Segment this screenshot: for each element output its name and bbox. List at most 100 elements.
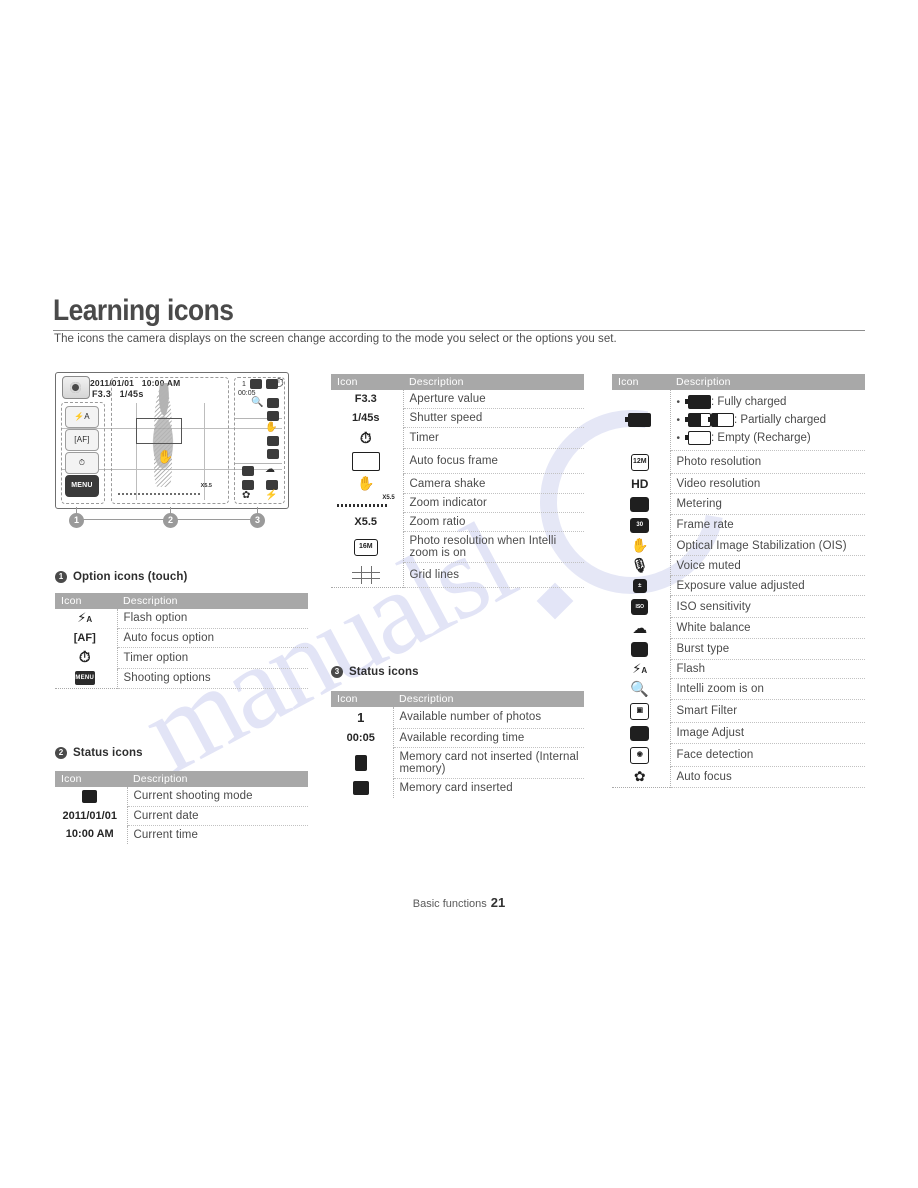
col-description: Description [127, 771, 308, 787]
row-desc: Voice muted [670, 555, 865, 576]
section-number-3: 3 [331, 666, 343, 678]
section-title-2: Status icons [73, 747, 143, 759]
row-desc: Frame rate [670, 514, 865, 536]
camera-shake-icon: ✋ [331, 473, 404, 494]
title-divider [53, 330, 865, 331]
page-title: Learning icons [53, 294, 234, 327]
page-footer: Basic functions 21 [0, 895, 918, 910]
table-row: ⏱ Timer [331, 427, 584, 449]
burst-type-icon [612, 638, 671, 660]
section-title-1: Option icons (touch) [73, 571, 188, 583]
table-row: ◉ Face detection [612, 743, 865, 767]
shooting-options-icon: MENU [55, 668, 118, 689]
watermark-diamond-icon [536, 582, 574, 620]
voice-muted-icon: 🎙 [612, 555, 671, 576]
table-row: 00:05 Available recording time [331, 728, 584, 748]
zoom-indicator-label: X5.5 [382, 494, 395, 501]
table-row: F3.3 Aperture value [331, 390, 584, 409]
col-description: Description [117, 593, 308, 609]
screen-ois-icon: ✋ [265, 422, 278, 433]
section-title-3: Status icons [349, 666, 419, 678]
row-desc: Auto focus frame [403, 448, 584, 474]
screen-af-frame [136, 418, 182, 444]
table-row: Memory card inserted [331, 778, 584, 798]
photo-count-value: 1 [331, 707, 394, 728]
row-desc: Flash [670, 659, 865, 679]
col-description: Description [393, 691, 584, 707]
memory-card-icon [331, 778, 394, 798]
screen-face-detection-icon [242, 480, 254, 490]
row-desc: Aperture value [403, 390, 584, 409]
footer-section: Basic functions [412, 898, 487, 910]
battery-icon [612, 390, 671, 451]
battery-empty-icon [685, 431, 712, 445]
row-desc: Timer [403, 427, 584, 449]
table-header-row: Icon Description [612, 374, 865, 390]
screen-flash-option-button[interactable]: ⚡A [65, 406, 99, 428]
internal-memory-icon [331, 747, 394, 778]
table-row: ⚡A Flash option [55, 609, 308, 629]
flash-option-icon: ⚡A [55, 609, 118, 628]
screen-zoom-indicator: X5.5 [118, 483, 214, 495]
row-desc: Photo resolution [670, 450, 865, 474]
table-status-icons-2: Icon Description Current shooting mode 2… [55, 771, 308, 844]
table-row: Grid lines [331, 562, 584, 588]
iso-label: ISO [631, 598, 649, 615]
battery-state-empty: : Empty (Recharge) [677, 429, 864, 447]
camera-screen-diagram: 2011/01/01 10:00 AM ⏱ F3.3 1/45s ⚡A [AF]… [55, 372, 289, 509]
footer-page-number: 21 [490, 895, 506, 910]
battery-states: : Fully charged : Partially charged : Em… [670, 390, 865, 451]
screen-internal-memory-icon [250, 379, 262, 389]
row-desc: Video resolution [670, 473, 865, 494]
table-row: X5.5 Zoom ratio [331, 512, 584, 532]
photo-resolution-icon: 12M [612, 450, 671, 474]
screen-intelli-zoom-icon: 🔍 [251, 397, 264, 408]
zoom-indicator-icon: X5.5 [331, 493, 404, 513]
col-icon: Icon [55, 771, 127, 787]
row-desc: Memory card inserted [399, 782, 513, 795]
zoom-ratio-value: X5.5 [331, 512, 404, 532]
row-desc: Current shooting mode [127, 787, 308, 807]
table-row: ⏱ Timer option [55, 647, 308, 669]
table-row: X5.5 Zoom indicator [331, 493, 584, 513]
photo-resolution-label: 12M [630, 453, 649, 471]
section-heading-option-icons: 1 Option icons (touch) [55, 571, 187, 583]
intelli-zoom-icon: 🔍 [612, 678, 671, 700]
col-description: Description [670, 374, 865, 390]
screen-af-option-button[interactable]: [AF] [65, 429, 99, 451]
table-row: ✋ Optical Image Stabilization (OIS) [612, 535, 865, 556]
row-desc: Current time [133, 828, 198, 841]
screen-menu-button[interactable]: MENU [65, 475, 99, 497]
table-row: Burst type [612, 638, 865, 660]
table-header-row: Icon Description [331, 374, 584, 390]
face-detection-icon: ◉ [612, 743, 671, 767]
table-row: MENU Shooting options [55, 668, 308, 689]
row-desc: Zoom ratio [403, 512, 584, 532]
callout-number-1: 1 [69, 513, 84, 528]
table-option-icons: Icon Description ⚡A Flash option [AF] Au… [55, 593, 308, 689]
manual-page: manualsl Learning icons The icons the ca… [0, 0, 918, 1188]
row-desc: Photo resolution when Intelli zoom is on [403, 531, 584, 563]
table-header-row: Icon Description [55, 771, 308, 787]
row-desc: Intelli zoom is on [670, 678, 865, 700]
current-date-value: 2011/01/01 [55, 806, 128, 825]
screen-recording-time: 00:05 [238, 390, 256, 397]
row-desc: Auto focus option [117, 628, 308, 648]
col-icon: Icon [55, 593, 117, 609]
video-resolution-icon: HD [612, 473, 671, 494]
table-row: 16M Photo resolution when Intelli zoom i… [331, 531, 584, 563]
screen-auto-focus-icon: ✿ [242, 490, 251, 501]
battery-partial-label: : Partially charged [734, 414, 827, 427]
menu-label: MENU [74, 671, 95, 685]
row-desc: Available recording time [393, 728, 584, 748]
metering-icon [612, 493, 671, 515]
table-header-row: Icon Description [55, 593, 308, 609]
col-icon: Icon [331, 374, 403, 390]
screen-timer-option-button[interactable]: ⏱ [65, 452, 99, 474]
table-row: ✿ Auto focus [612, 766, 865, 788]
row-desc: Shutter speed [403, 408, 584, 428]
section-number-2: 2 [55, 747, 67, 759]
row-desc: ISO sensitivity [670, 595, 865, 618]
table-row: Current shooting mode [55, 787, 308, 807]
table-row: Image Adjust [612, 722, 865, 744]
